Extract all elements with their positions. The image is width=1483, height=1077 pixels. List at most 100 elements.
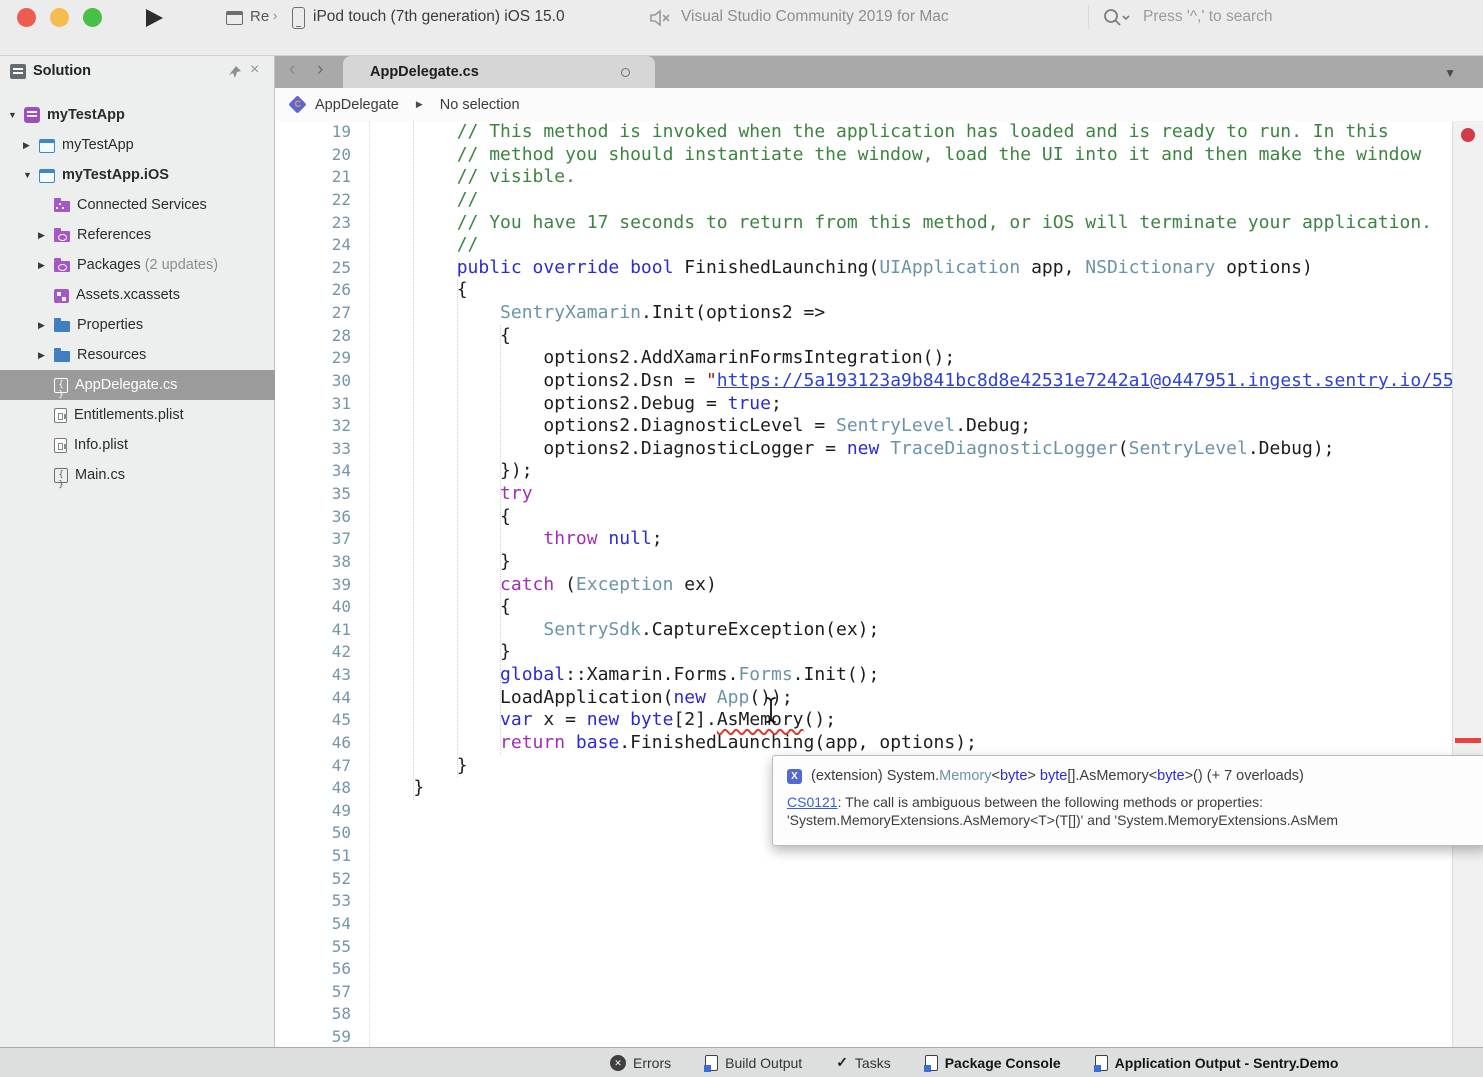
tab-list-dropdown-icon[interactable]: ▼ bbox=[1444, 66, 1456, 80]
app-title: Visual Studio Community 2019 for Mac bbox=[681, 8, 949, 26]
code-editor[interactable]: 1920212223242526272829303132333435363738… bbox=[275, 121, 1483, 1047]
tab-label: AppDelegate.cs bbox=[370, 64, 479, 80]
tree-item-label: myTestApp bbox=[47, 107, 125, 123]
code-line bbox=[370, 890, 1452, 913]
code-line: { bbox=[370, 279, 1452, 302]
tree-item-resources[interactable]: ▶Resources bbox=[0, 340, 275, 370]
tree-item-assets-xcassets[interactable]: Assets.xcassets bbox=[0, 280, 275, 310]
tree-item-label: Main.cs bbox=[75, 467, 125, 483]
statusbar-errors[interactable]: ✕Errors bbox=[610, 1055, 671, 1071]
run-button[interactable] bbox=[146, 9, 163, 27]
line-number: 45 bbox=[275, 709, 351, 732]
line-number: 20 bbox=[275, 144, 351, 167]
line-number: 54 bbox=[275, 913, 351, 936]
statusbar-package-console[interactable]: Package Console bbox=[925, 1055, 1061, 1071]
tree-item-main-cs[interactable]: Main.cs bbox=[0, 460, 275, 490]
code-line bbox=[370, 845, 1452, 868]
tree-item-suffix: (2 updates) bbox=[145, 257, 218, 273]
breadcrumb-selection[interactable]: No selection bbox=[440, 97, 520, 113]
line-number: 24 bbox=[275, 234, 351, 257]
chevron-down-icon[interactable]: ▼ bbox=[23, 170, 39, 180]
navigate-back-button[interactable]: ‹ bbox=[289, 59, 295, 81]
statusbar-item-label: Build Output bbox=[725, 1055, 802, 1071]
close-window-button[interactable] bbox=[17, 8, 36, 27]
code-line bbox=[370, 1003, 1452, 1026]
code-line bbox=[370, 936, 1452, 959]
breadcrumb: AppDelegate ▶ No selection bbox=[275, 88, 1483, 121]
tree-item-mytestapp[interactable]: ▼ myTestApp bbox=[0, 100, 275, 130]
code-line: options2.Debug = true; bbox=[370, 393, 1452, 416]
code-line: var x = new byte[2].AsMemory(); bbox=[370, 709, 1452, 732]
statusbar-tasks[interactable]: ✓Tasks bbox=[836, 1054, 891, 1071]
search-input[interactable]: Press '^,' to search bbox=[1143, 8, 1273, 26]
code-line bbox=[370, 958, 1452, 981]
code-line bbox=[370, 981, 1452, 1004]
tooltip-error-line: CS0121: The call is ambiguous between th… bbox=[787, 793, 1483, 811]
line-number: 33 bbox=[275, 438, 351, 461]
tree-item-entitlements-plist[interactable]: Entitlements.plist bbox=[0, 400, 275, 430]
project-icon bbox=[39, 139, 55, 153]
tab-appdelegate[interactable]: AppDelegate.cs bbox=[343, 56, 655, 88]
code-line: } bbox=[370, 551, 1452, 574]
tree-item-packages[interactable]: ▶ Packages(2 updates) bbox=[0, 250, 275, 280]
dsn-link[interactable]: https://5a193123a9b841bc8d8e42531e7242a1… bbox=[717, 370, 1452, 391]
line-number: 57 bbox=[275, 981, 351, 1004]
tree-item-mytestapp[interactable]: ▶myTestApp bbox=[0, 130, 275, 160]
editor-scrollbar[interactable] bbox=[1452, 121, 1483, 1047]
solution-pad-icon bbox=[10, 64, 26, 79]
line-number-gutter[interactable]: 1920212223242526272829303132333435363738… bbox=[275, 121, 370, 1047]
tree-item-info-plist[interactable]: Info.plist bbox=[0, 430, 275, 460]
chevron-down-icon[interactable]: ▼ bbox=[8, 110, 24, 120]
code-line: public override bool FinishedLaunching(U… bbox=[370, 257, 1452, 280]
chevron-right-icon[interactable]: ▶ bbox=[23, 140, 39, 151]
code-lines[interactable]: // This method is invoked when the appli… bbox=[370, 121, 1452, 1047]
device-selector[interactable]: iPod touch (7th generation) iOS 15.0 bbox=[313, 8, 565, 26]
tree-item-properties[interactable]: ▶Properties bbox=[0, 310, 275, 340]
tree-item-label: Packages bbox=[77, 257, 141, 273]
search-icon[interactable] bbox=[1103, 8, 1131, 33]
line-number: 23 bbox=[275, 212, 351, 235]
error-code-link[interactable]: CS0121 bbox=[787, 794, 838, 810]
line-number: 34 bbox=[275, 460, 351, 483]
tree-item-references[interactable]: ▶ References bbox=[0, 220, 275, 250]
line-number: 26 bbox=[275, 279, 351, 302]
window-icon bbox=[226, 11, 243, 25]
error-line-marker[interactable] bbox=[1455, 738, 1481, 743]
line-number: 41 bbox=[275, 619, 351, 642]
line-number: 35 bbox=[275, 483, 351, 506]
chevron-right-icon[interactable]: ▶ bbox=[38, 320, 54, 331]
statusbar-application-output-sentry-demo[interactable]: Application Output - Sentry.Demo bbox=[1095, 1055, 1339, 1071]
chevron-right-icon[interactable]: ▶ bbox=[38, 350, 54, 361]
vs-mac-window: { "toolbar": { "config_label": "Re", "co… bbox=[0, 0, 1483, 1077]
chevron-right-icon[interactable]: ▶ bbox=[38, 260, 54, 271]
tree-item-label: References bbox=[77, 227, 151, 243]
breadcrumb-separator-icon: ▶ bbox=[416, 99, 423, 110]
tree-item-connected-services[interactable]: Connected Services bbox=[0, 190, 275, 220]
chevron-right-icon[interactable]: ▶ bbox=[38, 230, 54, 241]
chevron-right-icon: › bbox=[273, 8, 277, 23]
navigate-forward-button[interactable]: › bbox=[317, 59, 323, 81]
code-line: } bbox=[370, 641, 1452, 664]
solution-pad-title: Solution bbox=[33, 63, 91, 79]
maximize-window-button[interactable] bbox=[83, 8, 102, 27]
minimize-window-button[interactable] bbox=[50, 8, 69, 27]
close-icon[interactable]: × bbox=[250, 61, 259, 79]
line-number: 53 bbox=[275, 890, 351, 913]
breadcrumb-class[interactable]: AppDelegate bbox=[315, 97, 399, 113]
toolbar: Re › iPod touch (7th generation) iOS 15.… bbox=[0, 0, 1483, 56]
tree-item-appdelegate-cs[interactable]: AppDelegate.cs bbox=[0, 370, 275, 400]
statusbar-item-label: Application Output - Sentry.Demo bbox=[1115, 1055, 1339, 1071]
configuration-selector[interactable]: Re bbox=[250, 8, 269, 25]
application-output-icon bbox=[1095, 1055, 1108, 1071]
error-marker-icon[interactable] bbox=[1461, 128, 1475, 142]
indent-guide bbox=[500, 325, 501, 755]
statusbar-build-output[interactable]: Build Output bbox=[705, 1055, 802, 1071]
tree-item-mytestapp-ios[interactable]: ▼myTestApp.iOS bbox=[0, 160, 275, 190]
assets-icon bbox=[54, 289, 69, 303]
pin-icon[interactable] bbox=[228, 65, 242, 84]
line-number: 55 bbox=[275, 936, 351, 959]
code-line: // bbox=[370, 234, 1452, 257]
modified-indicator-icon bbox=[621, 68, 630, 77]
code-line: { bbox=[370, 506, 1452, 529]
line-number: 19 bbox=[275, 121, 351, 144]
